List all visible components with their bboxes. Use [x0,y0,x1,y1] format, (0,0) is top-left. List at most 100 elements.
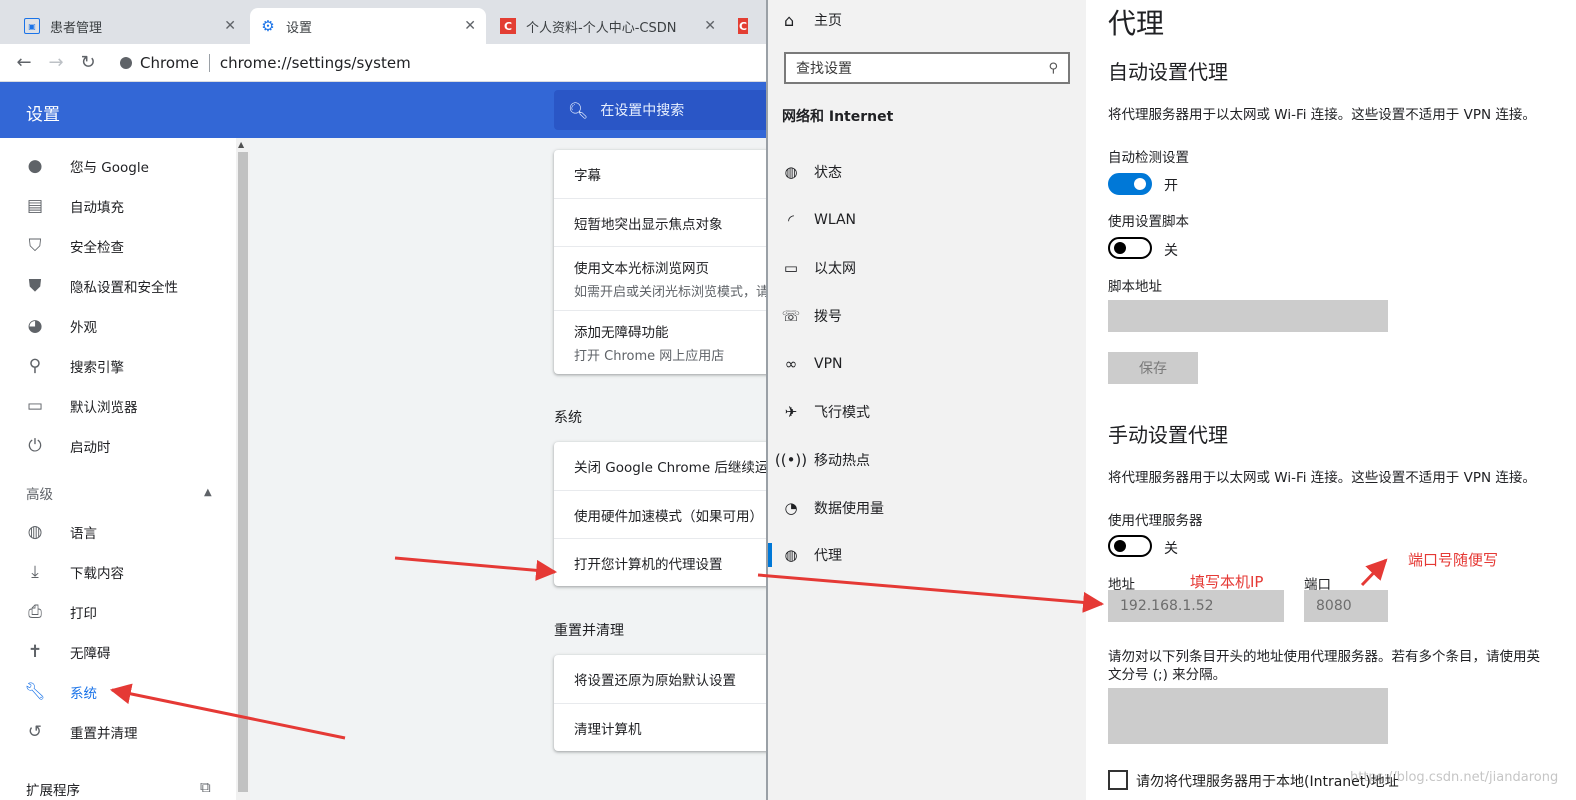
use-proxy-toggle[interactable] [1108,535,1152,557]
nav-item-data-usage[interactable]: ◔ 数据使用量 [768,484,1086,532]
scroll-up-icon[interactable]: ▲ [238,140,244,149]
nav-item-status[interactable]: ◍ 状态 [768,148,1086,196]
sidebar-item-label: 外观 [70,320,97,336]
cleanup-computer-row[interactable]: 清理计算机 [554,703,768,751]
find-setting-input[interactable]: 查找设置 ⚲ [784,52,1070,84]
sidebar-item-on-startup[interactable]: ⏻ 启动时 [0,426,236,466]
sidebar-item-label: 默认浏览器 [70,400,138,416]
sidebar-item-safety-check[interactable]: ⛉ 安全检查 [0,226,236,266]
sidebar-item-autofill[interactable]: ▤ 自动填充 [0,186,236,226]
close-icon[interactable]: ✕ [224,18,236,34]
home-label: 主页 [814,13,842,29]
sidebar-item-languages[interactable]: ◍ 语言 [0,512,236,552]
proxy-settings-pane: 代理 自动设置代理 将代理服务器用于以太网或 Wi-Fi 连接。这些设置不适用于… [1108,0,1576,800]
sidebar-item-label: 下载内容 [70,566,124,582]
sidebar-item-label: 搜索引擎 [70,360,124,376]
manual-proxy-description: 将代理服务器用于以太网或 Wi-Fi 连接。这些设置不适用于 VPN 连接。 [1108,470,1536,486]
restore-defaults-row[interactable]: 将设置还原为原始默认设置 [554,655,768,703]
csdn-logo-icon: C [738,18,748,34]
nav-item-proxy[interactable]: ◍ 代理 [768,531,1086,579]
reload-icon[interactable]: ↻ [72,47,104,79]
nav-item-label: 拨号 [814,309,842,325]
row-title: 短暂地突出显示焦点对象 [574,216,723,233]
tab-patient-management[interactable]: ▣ 患者管理 ✕ [14,8,246,44]
background-apps-row[interactable]: 关闭 Google Chrome 后继续运行后 [554,442,768,490]
close-icon[interactable]: ✕ [704,18,716,34]
sidebar-item-label: 启动时 [70,440,111,456]
nav-item-mobile-hotspot[interactable]: ((•)) 移动热点 [768,436,1086,484]
sidebar-item-reset[interactable]: ↺ 重置并清理 [0,712,236,752]
address-bar[interactable]: Chrome chrome://settings/system [114,47,768,78]
nav-item-label: 状态 [814,165,842,181]
sidebar-item-search-engine[interactable]: ⚲ 搜索引擎 [0,346,236,386]
download-icon: ⤓ [31,562,39,582]
exceptions-description-line2: 文分号 (;) 来分隔。 [1108,667,1227,683]
proxy-address-input[interactable]: 192.168.1.52 [1108,590,1284,622]
printer-icon: ⎙ [28,602,42,622]
system-section-title: 系统 [554,410,582,426]
sidebar-item-label: 语言 [70,526,97,542]
proxy-port-input[interactable]: 8080 [1304,590,1388,622]
tab-csdn-2[interactable]: C [728,8,768,44]
sidebar-item-you-and-google[interactable]: ● 您与 Google [0,146,236,186]
clipboard-icon: ▤ [26,196,44,216]
nav-item-airplane-mode[interactable]: ✈ 飞行模式 [768,388,1086,436]
settings-sidebar: ● 您与 Google ▤ 自动填充 ⛉ 安全检查 ⛊ 隐私设置和安全性 ◕ 外观 ⚲ 搜索… [0,138,236,800]
vpn-icon: ∞ [784,355,798,373]
dialup-icon: ☏ [781,307,801,325]
sidebar-item-system[interactable]: 🔧︎ 系统 [0,672,236,712]
reset-card: 将设置还原为原始默认设置 清理计算机 [554,655,768,751]
save-button[interactable]: 保存 [1108,352,1198,384]
tab-strip: ▣ 患者管理 ✕ ⚙ 设置 ✕ C 个人资料-个人中心-CSDN ✕ C [0,0,768,44]
nav-item-label: 代理 [814,548,842,564]
browser-toolbar: ← → ↻ Chrome chrome://settings/system [0,44,768,82]
back-arrow-icon[interactable]: ← [8,47,40,79]
ethernet-icon: ▭ [783,259,799,277]
scroll-thumb[interactable] [238,152,248,792]
nav-item-wlan[interactable]: ◜ WLAN [768,196,1086,244]
auto-proxy-heading: 自动设置代理 [1108,60,1228,84]
tab-settings[interactable]: ⚙ 设置 ✕ [250,8,486,44]
local-bypass-checkbox[interactable] [1108,770,1128,790]
sidebar-item-privacy[interactable]: ⛊ 隐私设置和安全性 [0,266,236,306]
hardware-acceleration-row[interactable]: 使用硬件加速模式（如果可用） [554,490,768,538]
home-link[interactable]: ⌂ 主页 [784,10,842,30]
sidebar-item-downloads[interactable]: ⤓ 下载内容 [0,552,236,592]
app-icon: ▣ [24,18,40,34]
tab-csdn[interactable]: C 个人资料-个人中心-CSDN ✕ [490,8,726,44]
search-icon: 🔍︎ [568,100,589,120]
tab-title: 个人资料-个人中心-CSDN [526,20,677,36]
exceptions-input[interactable] [1108,688,1388,744]
forward-arrow-icon[interactable]: → [40,47,72,79]
palette-icon: ◕ [27,316,43,336]
settings-header: 设置 🔍︎ 在设置中搜索 [0,82,768,138]
search-icon: ⚲ [1048,60,1058,76]
sidebar-item-printing[interactable]: ⎙ 打印 [0,592,236,632]
close-icon[interactable]: ✕ [464,18,476,34]
script-address-input[interactable] [1108,300,1388,332]
sidebar-scrollbar[interactable]: ▲ [236,138,250,800]
caret-browsing-row[interactable]: 使用文本光标浏览网页 如需开启或关闭光标浏览模式，请 [554,246,768,310]
tab-title: 患者管理 [50,20,103,36]
row-title: 打开您计算机的代理设置 [574,556,723,573]
focus-highlight-row[interactable]: 短暂地突出显示焦点对象 [554,198,768,246]
accessibility-icon: ✝ [27,642,43,662]
sidebar-item-appearance[interactable]: ◕ 外观 [0,306,236,346]
nav-item-vpn[interactable]: ∞ VPN [768,340,1086,388]
nav-item-dialup[interactable]: ☏ 拨号 [768,292,1086,340]
add-accessibility-row[interactable]: 添加无障碍功能 打开 Chrome 网上应用店 [554,310,768,374]
captions-row[interactable]: 字幕 [554,150,768,198]
sidebar-item-accessibility[interactable]: ✝ 无障碍 [0,632,236,672]
open-proxy-settings-row[interactable]: 打开您计算机的代理设置 [554,538,768,586]
chevron-up-icon[interactable]: ▲ [204,487,212,498]
sidebar-item-default-browser[interactable]: ▭ 默认浏览器 [0,386,236,426]
settings-search-input[interactable]: 🔍︎ 在设置中搜索 [554,90,768,130]
nav-item-ethernet[interactable]: ▭ 以太网 [768,244,1086,292]
open-in-new-icon[interactable]: ⧉ [200,778,211,796]
auto-detect-toggle[interactable] [1108,173,1152,195]
sidebar-advanced-label[interactable]: 高级 [26,483,53,503]
row-title: 字幕 [574,168,601,184]
setup-script-toggle[interactable] [1108,237,1152,259]
sidebar-item-extensions[interactable]: 扩展程序 [26,779,80,799]
nav-item-label: 飞行模式 [814,405,870,421]
